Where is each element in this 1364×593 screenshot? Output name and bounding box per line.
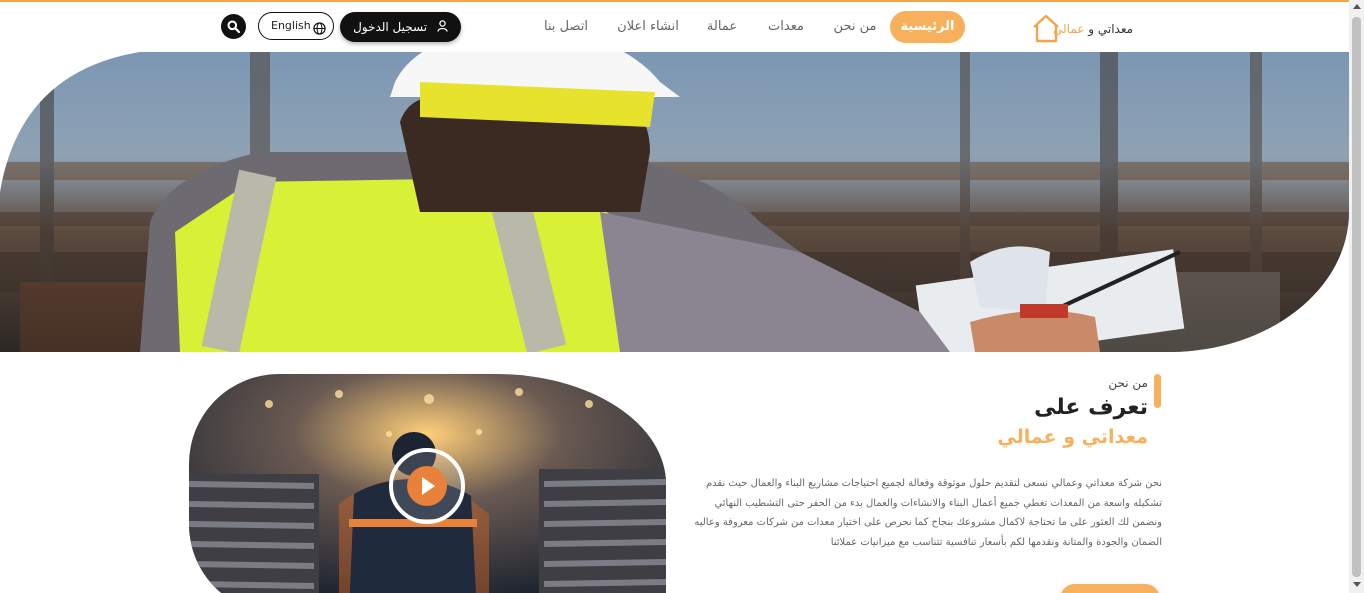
section-kicker: من نحن <box>1108 376 1148 390</box>
brand-part2: عمالي <box>1053 22 1085 36</box>
brand-part1: معداتي <box>1097 22 1134 36</box>
brand-name[interactable]: معداتي و عمالي <box>1053 22 1133 36</box>
language-label: English <box>271 19 311 32</box>
nav-home[interactable]: الرئيسية <box>890 11 965 43</box>
nav-about[interactable]: من نحن <box>828 11 882 43</box>
play-icon <box>407 466 447 506</box>
login-label: تسجيل الدخول <box>353 20 428 34</box>
hero-corner-shape <box>0 52 140 192</box>
read-more-button[interactable] <box>1060 584 1160 593</box>
play-button[interactable] <box>389 448 465 524</box>
nav-labor[interactable]: عمالة <box>700 11 744 43</box>
scroll-thumb[interactable] <box>1352 17 1361 577</box>
scroll-up-arrow-icon[interactable] <box>1353 4 1361 9</box>
section-accent-bar <box>1154 374 1161 408</box>
user-icon <box>437 13 448 43</box>
about-paragraph: نحن شركة معداتي وعمالي نسعى لتقديم حلول … <box>694 478 1162 548</box>
section-title: تعرف على <box>1034 395 1148 420</box>
login-button[interactable]: تسجيل الدخول <box>340 12 461 42</box>
globe-icon <box>313 19 326 45</box>
nav-equipment[interactable]: معدات <box>762 11 810 43</box>
site-header: معداتي و عمالي الرئيسية من نحن معدات عما… <box>0 2 1349 50</box>
page-scrollbar[interactable] <box>1349 0 1364 593</box>
search-button[interactable] <box>221 14 246 39</box>
hero-banner-image <box>0 52 1349 352</box>
brand-connector: و <box>1084 22 1098 36</box>
language-button[interactable]: English <box>258 12 334 40</box>
section-subtitle: معداتي و عمالي <box>997 426 1148 448</box>
search-icon <box>227 20 240 33</box>
scroll-down-arrow-icon[interactable] <box>1353 582 1361 587</box>
nav-contact[interactable]: اتصل بنا <box>536 11 596 43</box>
nav-create-ad[interactable]: انشاء اعلان <box>612 11 684 43</box>
